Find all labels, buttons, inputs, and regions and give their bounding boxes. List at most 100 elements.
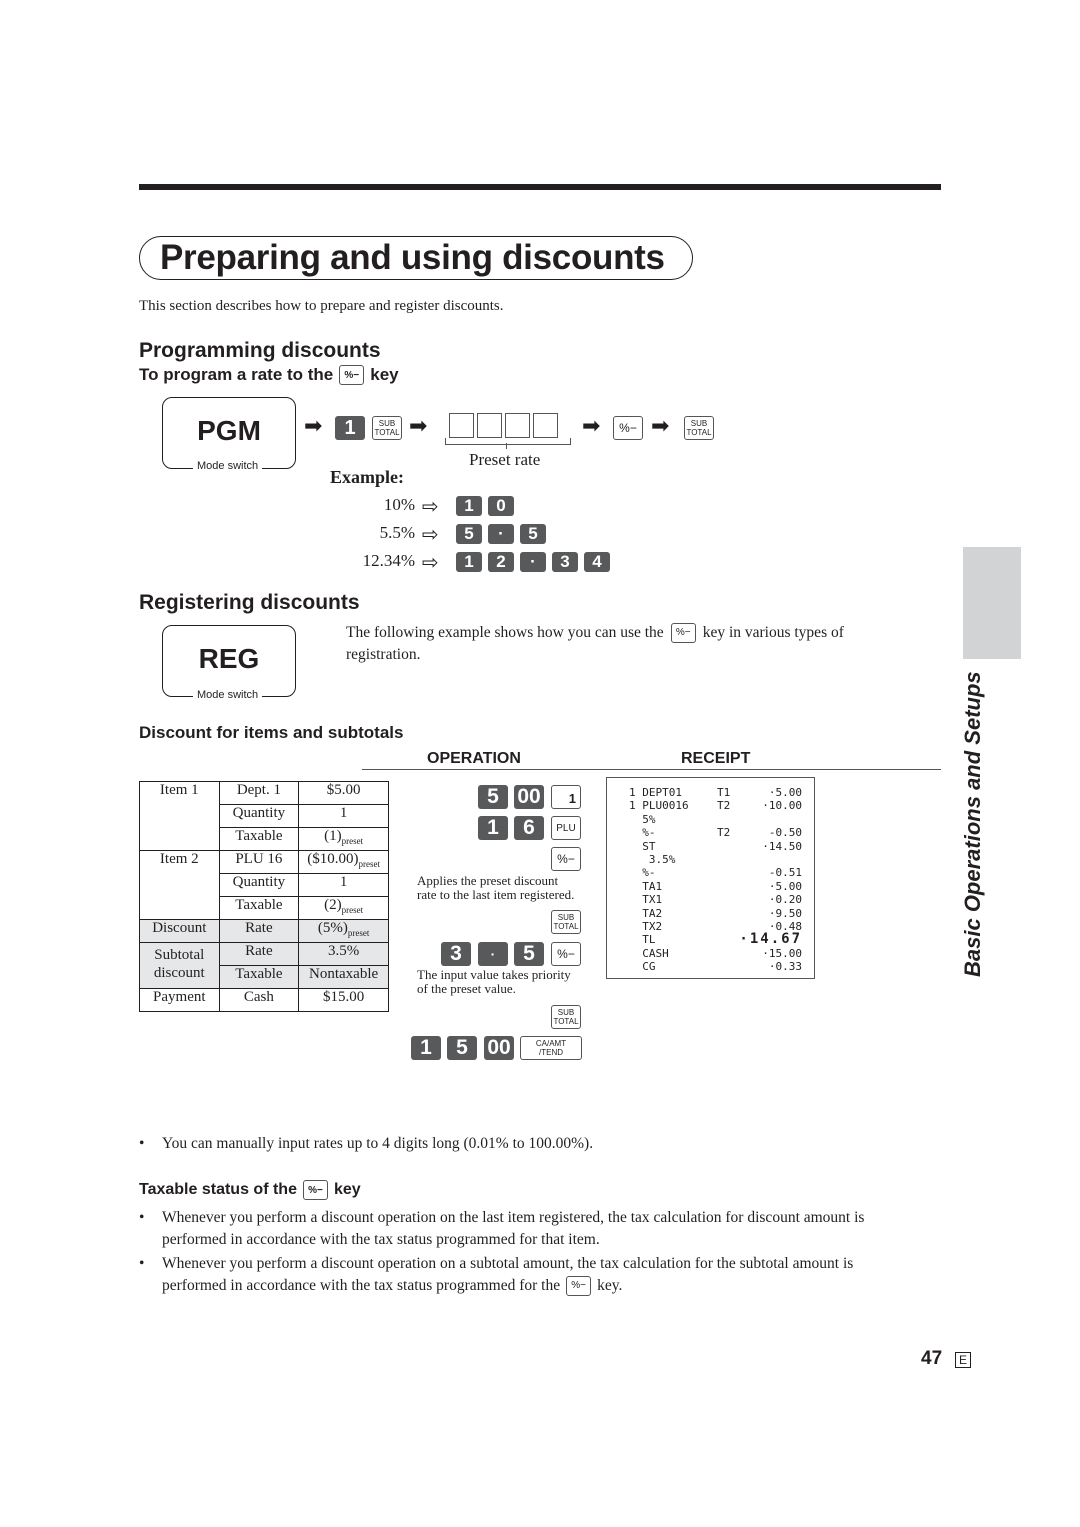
label-cell: Rate <box>218 942 300 966</box>
receipt-c2: T1 <box>717 786 731 799</box>
subtotal-key: SUB TOTAL <box>551 910 581 934</box>
receipt-line: TA2 ·9.50 <box>607 907 816 920</box>
plu-key: PLU <box>551 816 581 840</box>
desc-prefix: The following example shows how you can … <box>346 624 664 641</box>
receipt-c3: ·5.00 <box>768 879 802 893</box>
key-5: 5 <box>478 785 508 809</box>
value-cell: 1 <box>298 804 389 828</box>
group-cell: Subtotal discount <box>139 942 220 989</box>
example-label: Example: <box>330 467 404 487</box>
receipt-c3: ·9.50 <box>768 906 802 920</box>
percent-minus-key: %− <box>551 942 581 966</box>
receipt-line: CASH ·15.00 <box>607 947 816 960</box>
receipt-line: %- -0.51 <box>607 866 816 879</box>
ca-amt-tend-key: CA/AMT /TEND <box>520 1036 582 1060</box>
side-tab-marker <box>963 547 1021 659</box>
digit-key: 3 <box>552 552 578 572</box>
receipt-c2: T2 <box>717 799 731 813</box>
digit-key: 1 <box>456 552 482 572</box>
key-6: 6 <box>514 816 544 840</box>
header-rule <box>362 769 941 770</box>
digit-key: · <box>520 552 546 572</box>
taxable-status-heading: Taxable status of the %− key <box>139 1180 361 1200</box>
arrow-right-icon: ➡ <box>651 414 670 439</box>
receipt-c1: %- <box>629 866 656 880</box>
group-cell: Discount <box>139 919 220 943</box>
bullet-subtotal-discount-tax: • Whenever you perform a discount operat… <box>139 1255 854 1296</box>
subheading-suffix: key <box>370 365 399 384</box>
percent-minus-key-icon: %− <box>670 623 696 643</box>
example-key-sequence: 5 · 5 <box>456 524 552 544</box>
receipt-c1: ST <box>629 839 656 853</box>
receipt-line: TX1 ·0.20 <box>607 893 816 906</box>
value-cell: $5.00 <box>298 781 389 805</box>
key-1: 1 <box>411 1036 441 1060</box>
label-cell: Quantity <box>218 873 300 897</box>
label-cell: PLU 16 <box>218 850 300 874</box>
digit-key: 4 <box>584 552 610 572</box>
label-cell: Taxable <box>218 896 300 920</box>
receipt-c1: CASH <box>629 946 669 960</box>
digit-key: 5 <box>456 524 482 544</box>
side-tab-label: Basic Operations and Setups <box>960 671 985 977</box>
receipt-c3: ·14.67 <box>739 931 802 948</box>
receipt-line: TA1 ·5.00 <box>607 880 816 893</box>
value-cell: $15.00 <box>298 988 389 1012</box>
dept-1-key: 1 <box>551 785 581 809</box>
label-cell: Taxable <box>218 827 300 851</box>
digit-key: 5 <box>520 524 546 544</box>
percent-minus-key: %− <box>551 847 581 871</box>
example-rate-label: 10% <box>383 495 415 514</box>
group-cell: Payment <box>139 988 220 1012</box>
key-decimal: · <box>478 942 508 966</box>
value-cell: Nontaxable <box>298 965 389 989</box>
pgm-mode-caption: Mode switch <box>193 460 263 472</box>
receipt-c1: TA1 <box>629 879 663 893</box>
arrow-right-icon: ➡ <box>304 414 323 439</box>
group-cell: Item 2 <box>139 850 220 920</box>
value-cell: (1)preset <box>298 827 389 851</box>
receipt-c3: -0.50 <box>768 826 802 840</box>
value-cell: (5%)preset <box>298 919 389 943</box>
receipt-c1: %- <box>629 826 656 840</box>
value-cell: (2)preset <box>298 896 389 920</box>
rate-digit-box <box>505 413 530 438</box>
operation-header: OPERATION <box>427 750 521 767</box>
bracket-tick <box>506 443 507 449</box>
receipt-c3: ·0.33 <box>768 960 802 974</box>
hollow-arrow-icon: ⇨ <box>422 550 439 574</box>
receipt-line: CG ·0.33 <box>607 960 816 973</box>
subtotal-key-line1: SUB <box>378 419 396 428</box>
hollow-arrow-icon: ⇨ <box>422 494 439 518</box>
key-1: 1 <box>478 816 508 840</box>
rate-digit-box <box>477 413 502 438</box>
group-cell: Item 1 <box>139 781 220 851</box>
example-rate-label: 12.34% <box>362 551 415 570</box>
subheading-prefix: To program a rate to the <box>139 365 334 384</box>
top-rule <box>139 184 941 190</box>
receipt-c1: TX1 <box>629 893 663 907</box>
digit-key: · <box>488 524 514 544</box>
table-row: Discount Rate (5%)preset <box>139 919 389 943</box>
table-row: Payment Cash $15.00 <box>139 988 389 1012</box>
desc-line2: registration. <box>346 646 421 663</box>
desc-suffix: key in various types of <box>702 624 844 641</box>
label-cell: Quantity <box>218 804 300 828</box>
note-input-priority: The input value takes priority of the pr… <box>417 967 571 996</box>
receipt-line: 1 PLU0016 T2 ·10.00 <box>607 799 816 812</box>
receipt-c1: 5% <box>629 812 656 826</box>
example-key-sequence: 10 <box>456 496 520 516</box>
receipt-line: 1 DEPT01 T1 ·5.00 <box>607 786 816 799</box>
reg-mode-caption: Mode switch <box>193 689 263 701</box>
value-cell: ($10.00)preset <box>298 850 389 874</box>
key-5: 5 <box>514 942 544 966</box>
label-cell: Taxable <box>218 965 300 989</box>
subtotal-key-icon: SUB TOTAL <box>684 416 714 440</box>
subtotal-key-icon: SUB TOTAL <box>372 416 402 440</box>
preset-rate-bracket <box>445 438 571 445</box>
pgm-mode-label: PGM <box>197 415 261 446</box>
preset-rate-label: Preset rate <box>469 450 541 469</box>
rate-digit-box <box>449 413 474 438</box>
key-5: 5 <box>447 1036 477 1060</box>
receipt-c3: ·14.50 <box>762 839 802 853</box>
